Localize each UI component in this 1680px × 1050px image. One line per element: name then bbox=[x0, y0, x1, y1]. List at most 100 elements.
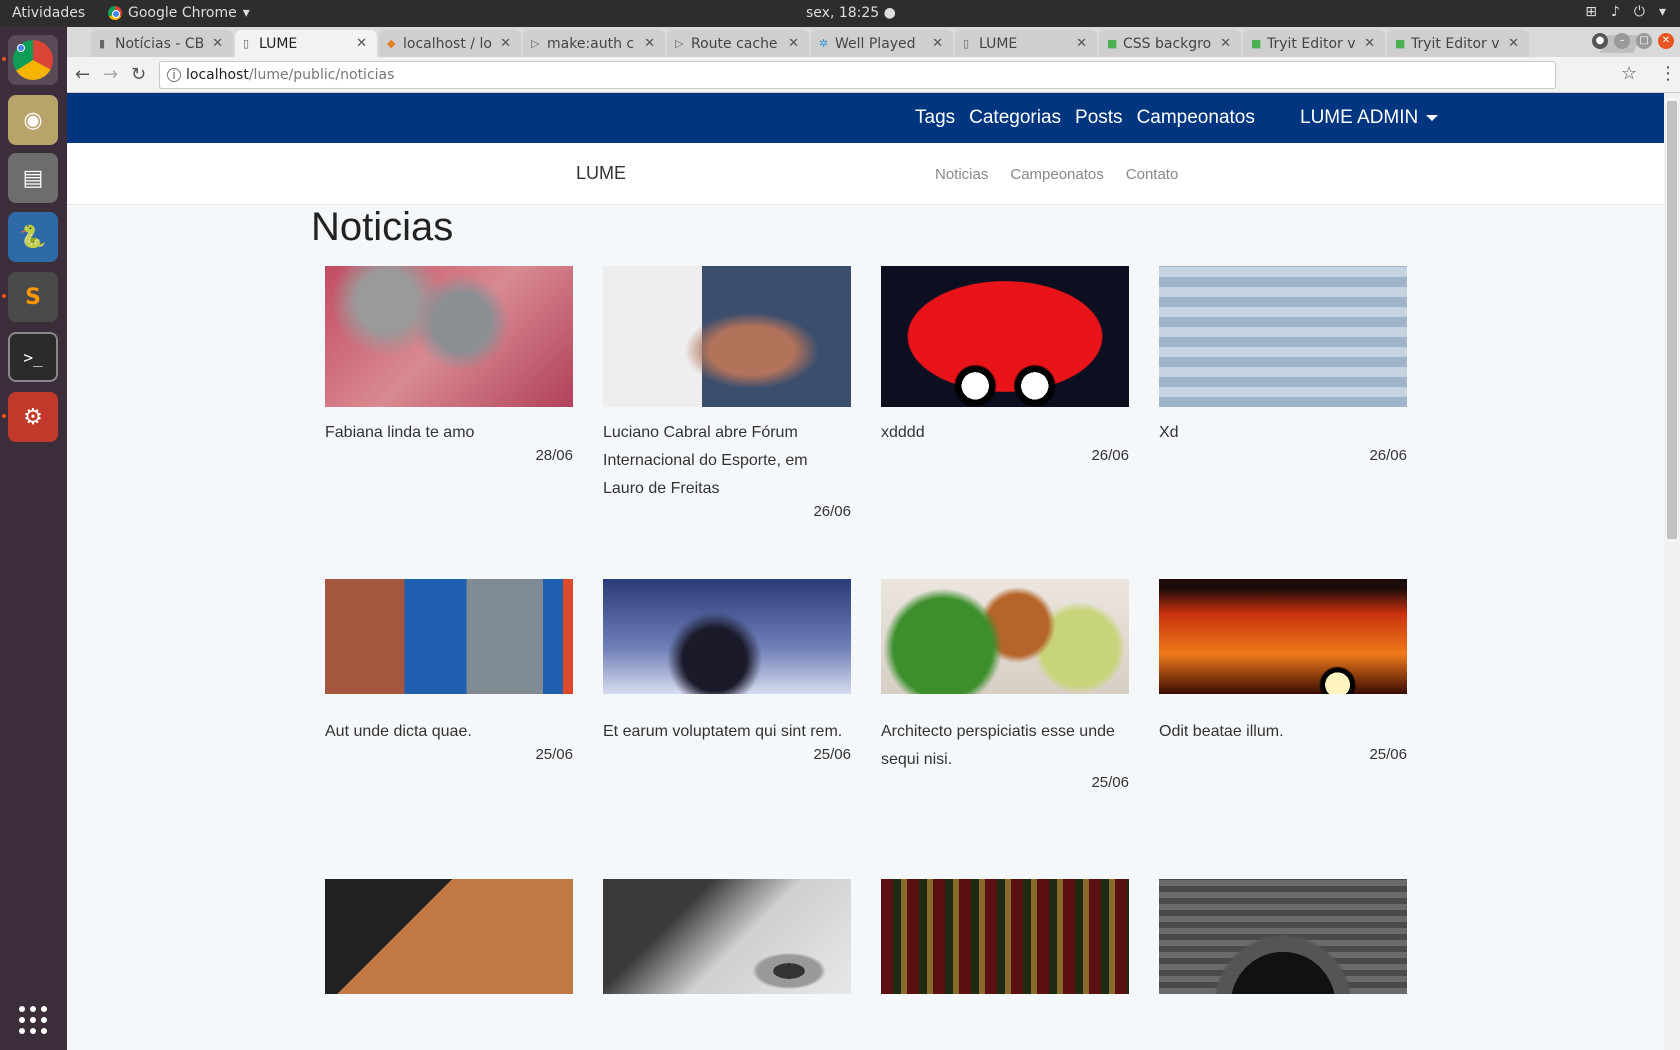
close-icon[interactable]: ✕ bbox=[1364, 36, 1375, 51]
close-icon[interactable]: ✕ bbox=[1076, 36, 1087, 51]
info-icon[interactable]: i bbox=[167, 68, 181, 82]
news-card[interactable]: Et earum voluptatem qui sint rem. 25/06 bbox=[603, 579, 851, 763]
back-icon[interactable]: ← bbox=[75, 64, 90, 85]
news-title[interactable]: Aut unde dicta quae. bbox=[325, 718, 573, 746]
show-applications-icon[interactable] bbox=[8, 995, 58, 1045]
news-title[interactable]: Fabiana linda te amo bbox=[325, 419, 573, 447]
news-card[interactable]: Aut unde dicta quae. 25/06 bbox=[325, 579, 573, 763]
site-brand[interactable]: LUME bbox=[576, 163, 626, 184]
tab-2[interactable]: ◆ localhost / lo ✕ bbox=[379, 30, 521, 57]
files-icon[interactable]: ▤ bbox=[8, 153, 58, 203]
news-date: 25/06 bbox=[1369, 746, 1407, 763]
tab-4[interactable]: ▷ Route cache ✕ bbox=[667, 30, 809, 57]
news-image-kittens[interactable] bbox=[325, 266, 573, 407]
power-icon[interactable]: ⏻ bbox=[1634, 4, 1645, 20]
laravel-icon: ▷ bbox=[531, 37, 540, 50]
close-icon[interactable]: ✕ bbox=[788, 36, 799, 51]
site-nav-campeonatos[interactable]: Campeonatos bbox=[1010, 166, 1103, 183]
tab-8[interactable]: ■ Tryit Editor v ✕ bbox=[1243, 30, 1385, 57]
tab-1[interactable]: ▯ LUME ✕ bbox=[235, 30, 377, 57]
news-image-sunset[interactable] bbox=[1159, 579, 1407, 694]
forward-icon[interactable]: → bbox=[103, 64, 118, 85]
news-title[interactable]: xdddd bbox=[881, 419, 1129, 447]
chevron-down-icon: ▾ bbox=[242, 5, 250, 21]
news-image-speaker[interactable] bbox=[603, 266, 851, 407]
admin-nav-campeonatos[interactable]: Campeonatos bbox=[1137, 107, 1255, 129]
close-icon[interactable]: ✕ bbox=[1508, 36, 1519, 51]
admin-user-menu[interactable]: LUME ADMIN bbox=[1300, 107, 1439, 129]
news-card[interactable] bbox=[1159, 879, 1407, 994]
rhythmbox-icon[interactable]: ◉ bbox=[8, 95, 58, 145]
close-window-icon[interactable]: ✕ bbox=[1658, 33, 1674, 49]
reload-icon[interactable]: ↻ bbox=[131, 64, 146, 85]
news-card[interactable] bbox=[881, 879, 1129, 994]
tab-6[interactable]: ▯ LUME ✕ bbox=[955, 30, 1097, 57]
app-menu[interactable]: Google Chrome ▾ bbox=[108, 5, 250, 21]
tab-0[interactable]: ▮ Notícias - CB ✕ bbox=[91, 30, 233, 57]
profile-icon[interactable]: ● bbox=[1592, 33, 1608, 49]
close-icon[interactable]: ✕ bbox=[1220, 36, 1231, 51]
w3-icon: ■ bbox=[1251, 37, 1262, 50]
activities-button[interactable]: Atividades bbox=[12, 5, 85, 21]
address-bar[interactable]: i localhost/lume/public/noticias bbox=[159, 61, 1556, 89]
menu-icon[interactable]: ⋮ bbox=[1659, 63, 1677, 84]
tab-5[interactable]: ✲ Well Played ✕ bbox=[811, 30, 953, 57]
python-icon[interactable]: 🐍 bbox=[8, 212, 58, 262]
news-image-red-bird[interactable] bbox=[881, 266, 1129, 407]
url-path: /lume/public/noticias bbox=[248, 67, 395, 83]
news-title[interactable]: Luciano Cabral abre Fórum Internacional … bbox=[603, 419, 851, 503]
admin-nav-categorias[interactable]: Categorias bbox=[969, 107, 1061, 129]
settings-icon[interactable]: ⚙ bbox=[8, 392, 58, 442]
news-image-camera-lens[interactable] bbox=[1159, 879, 1407, 994]
close-icon[interactable]: ✕ bbox=[212, 36, 223, 51]
chrome-launcher-icon[interactable] bbox=[8, 35, 58, 85]
tab-7[interactable]: ■ CSS backgro ✕ bbox=[1099, 30, 1241, 57]
chevron-down-icon[interactable]: ▾ bbox=[1659, 4, 1666, 20]
news-title[interactable]: Odit beatae illum. bbox=[1159, 718, 1407, 746]
close-icon[interactable]: ✕ bbox=[500, 36, 511, 51]
page-scrollbar[interactable] bbox=[1664, 93, 1680, 1050]
site-nav-contato[interactable]: Contato bbox=[1126, 166, 1179, 183]
scrollbar-thumb[interactable] bbox=[1667, 101, 1677, 539]
news-title[interactable]: Xd bbox=[1159, 419, 1407, 447]
close-icon[interactable]: ✕ bbox=[932, 36, 943, 51]
sublime-text-icon[interactable]: S bbox=[8, 272, 58, 322]
news-image-eye-bw[interactable] bbox=[603, 879, 851, 994]
w3-icon: ■ bbox=[1107, 37, 1118, 50]
news-card[interactable]: Fabiana linda te amo 28/06 bbox=[325, 266, 573, 464]
window-controls: ● – □ ✕ bbox=[1592, 33, 1674, 49]
admin-nav-posts[interactable]: Posts bbox=[1075, 107, 1123, 129]
web-page: Tags Categorias Posts Campeonatos LUME A… bbox=[67, 93, 1664, 1050]
close-icon[interactable]: ✕ bbox=[356, 36, 367, 51]
news-image-street-wall[interactable] bbox=[325, 579, 573, 694]
news-card[interactable]: Xd 26/06 bbox=[1159, 266, 1407, 464]
bookmark-star-icon[interactable]: ☆ bbox=[1621, 63, 1637, 84]
news-image-bottles[interactable] bbox=[881, 879, 1129, 994]
terminal-icon[interactable]: >_ bbox=[8, 332, 58, 382]
news-image-food[interactable] bbox=[881, 579, 1129, 694]
news-image-phone-earbuds[interactable] bbox=[325, 879, 573, 994]
news-title[interactable]: Et earum voluptatem qui sint rem. bbox=[603, 718, 851, 746]
news-image-game-screen[interactable] bbox=[1159, 266, 1407, 407]
news-card[interactable] bbox=[603, 879, 851, 994]
close-icon[interactable]: ✕ bbox=[644, 36, 655, 51]
news-image-bar-man[interactable] bbox=[603, 579, 851, 694]
news-card[interactable]: xdddd 26/06 bbox=[881, 266, 1129, 464]
admin-nav-tags[interactable]: Tags bbox=[915, 107, 955, 129]
admin-navbar: Tags Categorias Posts Campeonatos LUME A… bbox=[67, 93, 1664, 143]
system-tray[interactable]: ⊞ ♪ ⏻ ▾ bbox=[1585, 4, 1666, 20]
minimize-icon[interactable]: – bbox=[1614, 33, 1630, 49]
clock[interactable]: sex, 18:25 ● bbox=[806, 5, 896, 21]
news-card[interactable]: Odit beatae illum. 25/06 bbox=[1159, 579, 1407, 763]
news-card[interactable] bbox=[325, 879, 573, 994]
tab-3[interactable]: ▷ make:auth c ✕ bbox=[523, 30, 665, 57]
site-nav-noticias[interactable]: Noticias bbox=[935, 166, 988, 183]
news-title[interactable]: Architecto perspiciatis esse unde sequi … bbox=[881, 718, 1129, 774]
maximize-icon[interactable]: □ bbox=[1636, 33, 1652, 49]
news-card[interactable]: Luciano Cabral abre Fórum Internacional … bbox=[603, 266, 851, 520]
volume-icon[interactable]: ♪ bbox=[1611, 4, 1620, 20]
site-navbar: LUME Noticias Campeonatos Contato bbox=[67, 143, 1664, 205]
news-card[interactable]: Architecto perspiciatis esse unde sequi … bbox=[881, 579, 1129, 791]
tab-9[interactable]: ■ Tryit Editor v ✕ bbox=[1387, 30, 1529, 57]
network-icon[interactable]: ⊞ bbox=[1585, 4, 1597, 20]
